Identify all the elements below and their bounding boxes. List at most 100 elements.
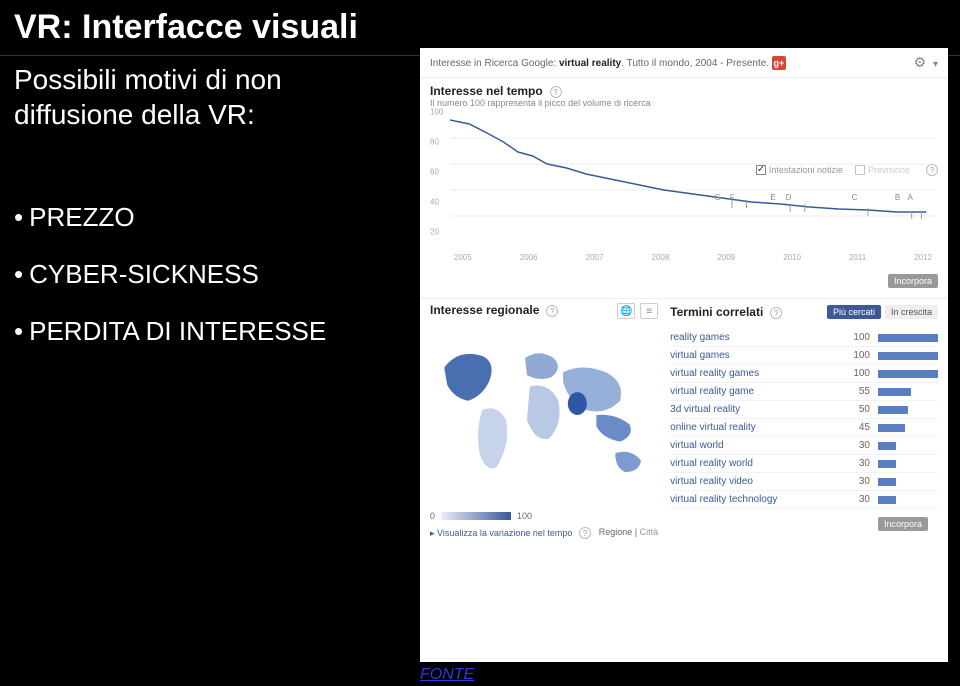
- interest-time-sub: Il numero 100 rappresenta il picco del v…: [430, 98, 938, 108]
- marker-c: C: [852, 193, 858, 202]
- help-icon[interactable]: ?: [579, 527, 591, 539]
- fonte-link[interactable]: FONTE: [420, 666, 474, 684]
- trends-header: Interesse in Ricerca Google: virtual rea…: [420, 48, 948, 78]
- x-tick: 2006: [520, 253, 538, 262]
- y-tick: 80: [430, 138, 439, 147]
- slide-subtitle: Possibili motivi di non diffusione della…: [14, 62, 404, 132]
- x-axis-labels: 2005 2006 2007 2008 2009 2010 2011 2012: [450, 253, 936, 262]
- gear-icon[interactable]: ⚙: [914, 54, 927, 70]
- related-bar: [878, 424, 905, 432]
- x-tick: 2011: [849, 253, 866, 262]
- related-value: 45: [846, 422, 870, 433]
- related-row[interactable]: 3d virtual reality50: [670, 401, 938, 419]
- embed-button[interactable]: Incorpora: [888, 274, 938, 288]
- related-row[interactable]: reality games 100: [670, 329, 938, 347]
- marker-g: G: [714, 193, 720, 202]
- related-label: 3d virtual reality: [670, 404, 740, 415]
- help-icon[interactable]: ?: [770, 307, 782, 319]
- toggle-city[interactable]: Città: [640, 527, 659, 537]
- y-tick: 60: [430, 168, 439, 177]
- related-value: 30: [846, 458, 870, 469]
- x-tick: 2008: [651, 253, 669, 262]
- x-tick: 2005: [454, 253, 472, 262]
- related-row[interactable]: virtual reality technology30: [670, 491, 938, 509]
- related-row[interactable]: online virtual reality45: [670, 419, 938, 437]
- bullet-cybersickness: CYBER-SICKNESS: [14, 259, 404, 290]
- related-label: virtual reality video: [670, 476, 753, 487]
- marker-d: D: [786, 193, 792, 202]
- related-bar: [878, 388, 911, 396]
- related-list: reality games100virtual games100virtual …: [670, 329, 938, 509]
- related-label: virtual reality world: [670, 458, 753, 469]
- query-scope: . Tutto il mondo, 2004 - Presente.: [621, 58, 769, 69]
- related-value: 100: [846, 368, 870, 379]
- viz-over-time-link[interactable]: Visualizza la variazione nel tempo: [437, 528, 572, 538]
- marker-f: F: [730, 193, 735, 202]
- related-label: virtual games: [670, 350, 729, 361]
- related-tabs: Più cercati In crescita: [827, 305, 938, 319]
- line-chart-svg: [450, 112, 936, 242]
- chevron-down-icon[interactable]: ▾: [933, 59, 938, 70]
- y-tick: 20: [430, 228, 439, 237]
- y-tick: 40: [430, 198, 439, 207]
- related-row[interactable]: virtual games 100: [670, 347, 938, 365]
- embed-button[interactable]: Incorpora: [878, 517, 928, 531]
- help-icon[interactable]: ?: [550, 86, 562, 98]
- related-value: 55: [846, 386, 870, 397]
- world-map[interactable]: [430, 325, 658, 505]
- legend-gradient: [441, 512, 511, 520]
- related-terms: Termini correlati ? Più cercati In cresc…: [670, 303, 938, 539]
- related-bar: [878, 496, 896, 504]
- marker-b: B: [895, 193, 900, 202]
- google-trends-panel: Interesse in Ricerca Google: virtual rea…: [420, 48, 948, 662]
- related-label: reality games: [670, 332, 729, 343]
- related-row[interactable]: virtual world 30: [670, 437, 938, 455]
- related-bar: [878, 460, 896, 468]
- related-bar: [878, 334, 938, 342]
- gplus-icon[interactable]: g+: [772, 56, 786, 70]
- x-tick: 2007: [586, 253, 604, 262]
- x-tick: 2009: [717, 253, 735, 262]
- help-icon[interactable]: ?: [546, 305, 558, 317]
- tab-rising[interactable]: In crescita: [885, 305, 938, 319]
- marker-a: A: [908, 193, 913, 202]
- tab-top[interactable]: Più cercati: [827, 305, 881, 319]
- related-row[interactable]: virtual reality video 30: [670, 473, 938, 491]
- bullet-perdita: PERDITA DI INTERESSE: [14, 316, 404, 347]
- related-label: virtual world: [670, 440, 723, 451]
- legend-min: 0: [430, 511, 435, 521]
- related-bar: [878, 478, 896, 486]
- query-prefix: Interesse in Ricerca Google:: [430, 58, 559, 69]
- related-label: virtual reality technology: [670, 494, 777, 505]
- list-icon[interactable]: ≡: [640, 303, 658, 319]
- related-value: 30: [846, 476, 870, 487]
- regional-title: Interesse regionale: [430, 303, 539, 317]
- interest-time-title: Interesse nel tempo: [430, 84, 543, 98]
- related-value: 30: [846, 440, 870, 451]
- related-bar: [878, 370, 938, 378]
- regional-interest: Interesse regionale ? 🌐 ≡: [430, 303, 658, 539]
- marker-e: E: [770, 193, 775, 202]
- toggle-region[interactable]: Regione: [599, 527, 633, 537]
- query-term: virtual reality: [559, 58, 621, 69]
- related-bar: [878, 406, 908, 414]
- region-city-toggle[interactable]: Regione | Città: [599, 527, 658, 537]
- related-bar: [878, 442, 896, 450]
- related-value: 100: [846, 332, 870, 343]
- map-footer: ▸ Visualizza la variazione nel tempo ? R…: [430, 527, 658, 539]
- related-row[interactable]: virtual reality world 30: [670, 455, 938, 473]
- header-actions: ⚙ ▾: [914, 54, 938, 71]
- related-row[interactable]: virtual reality games100: [670, 365, 938, 383]
- trends-query: Interesse in Ricerca Google: virtual rea…: [430, 56, 786, 70]
- bullet-prezzo: PREZZO: [14, 202, 404, 233]
- related-title: Termini correlati: [670, 305, 763, 319]
- x-tick: 2012: [914, 253, 932, 262]
- left-column: Possibili motivi di non diffusione della…: [14, 62, 404, 373]
- related-value: 100: [846, 350, 870, 361]
- related-label: virtual reality game: [670, 386, 754, 397]
- map-legend: 0 100: [430, 511, 658, 521]
- related-row[interactable]: virtual reality game 55: [670, 383, 938, 401]
- lower-section: Interesse regionale ? 🌐 ≡: [420, 298, 948, 539]
- globe-icon[interactable]: 🌐: [617, 303, 635, 319]
- interest-time-section: Interesse nel tempo ? Il numero 100 rapp…: [420, 78, 948, 270]
